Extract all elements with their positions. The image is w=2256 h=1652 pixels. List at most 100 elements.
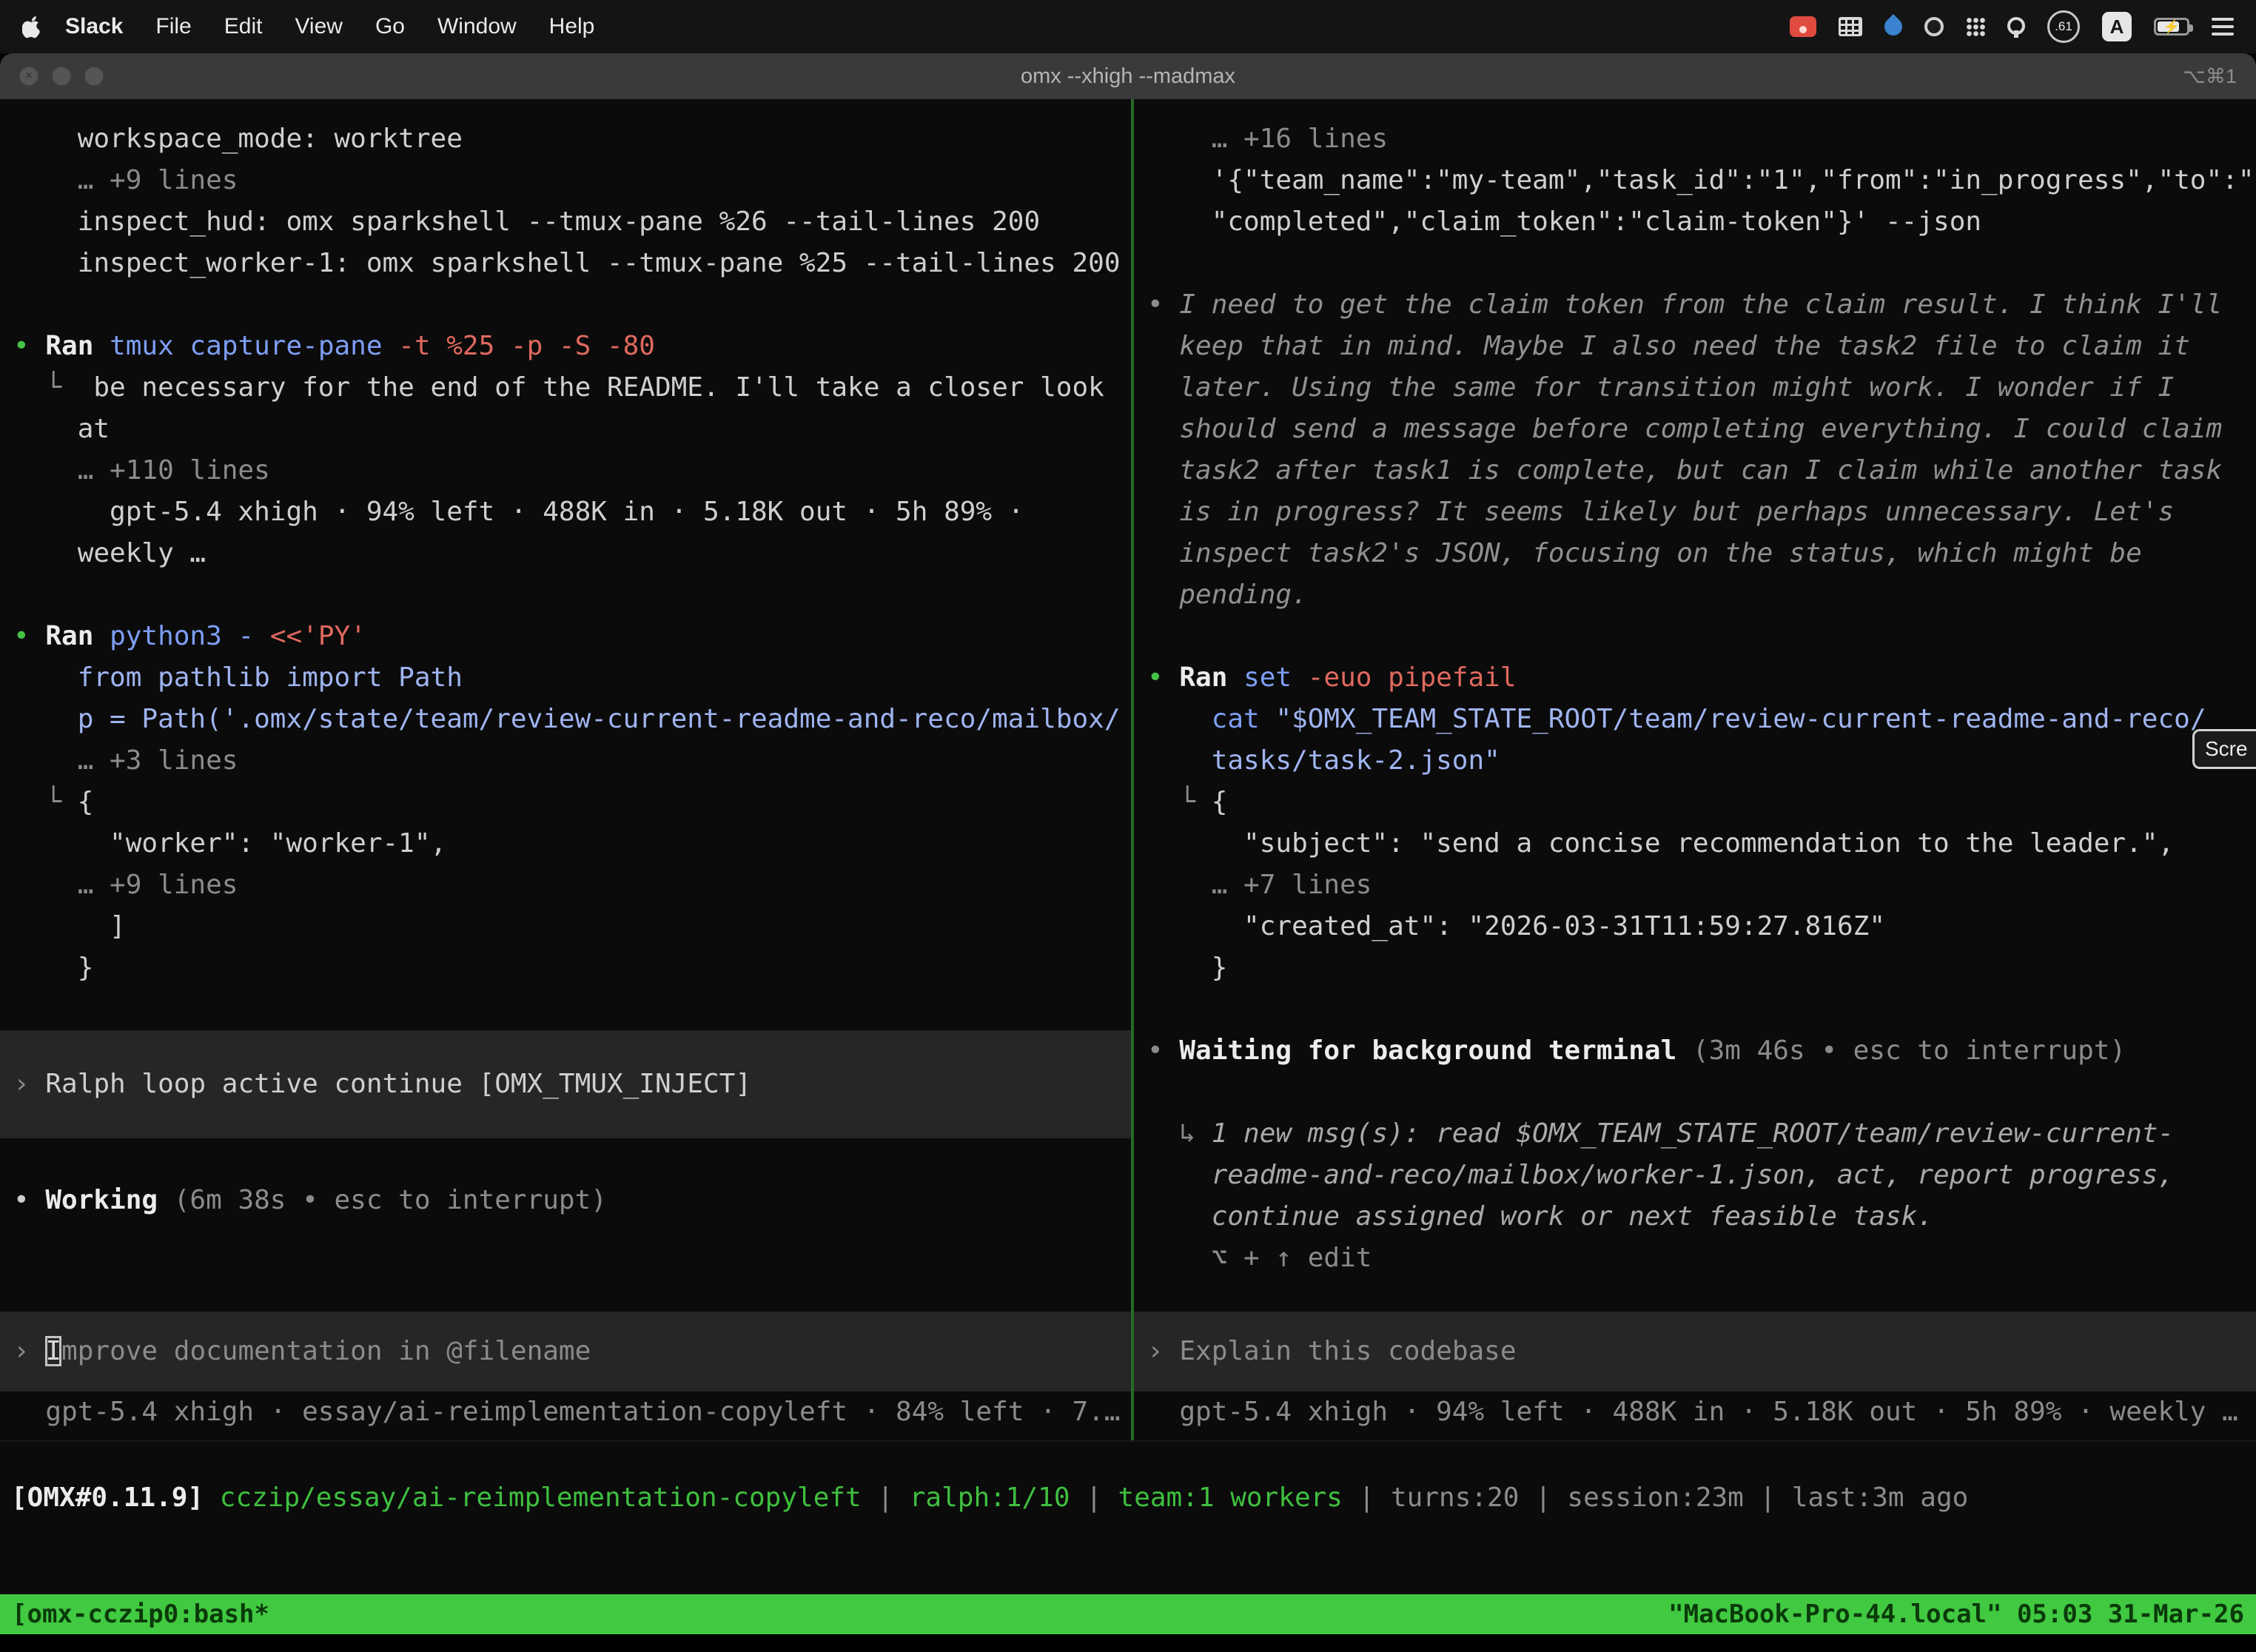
- droplet-icon[interactable]: [1884, 18, 1902, 36]
- code-line: cat "$OMX_TEAM_STATE_ROOT/team/review-cu…: [1134, 699, 2256, 740]
- window-shortcut-hint: ⌥⌘1: [2183, 65, 2237, 88]
- prompt-input: › Improve documentation in @filename: [0, 1331, 1131, 1372]
- bottom-strip: [0, 1634, 2256, 1652]
- blank-line: [0, 989, 1131, 1030]
- menu-go[interactable]: Go: [359, 14, 421, 39]
- battery-icon[interactable]: ⚡: [2154, 18, 2189, 36]
- text-segment: |: [1744, 1483, 1792, 1513]
- code-line: from pathlib import Path: [0, 657, 1131, 699]
- text-segment: └: [1147, 787, 1212, 817]
- thinking-line: should send a message before completing …: [1134, 409, 2256, 450]
- text-segment: workspace_mode: worktree: [13, 124, 463, 154]
- minimize-button[interactable]: [52, 67, 71, 86]
- text-segment: Ran: [45, 621, 110, 651]
- text-segment: '{"team_name":"my-team","task_id":"1","f…: [1147, 165, 2255, 195]
- code-line: tasks/task-2.json": [1134, 740, 2256, 782]
- active-app-name[interactable]: Slack: [65, 14, 123, 39]
- apple-logo-icon[interactable]: [22, 15, 43, 38]
- text-segment: Ran: [1179, 662, 1243, 693]
- omx-session-status-line: [OMX#0.11.9] cczip/essay/ai-reimplementa…: [0, 1477, 2256, 1519]
- text-segment: ›: [1147, 1336, 1179, 1366]
- text-segment: ⌥ + ↑ edit: [1147, 1243, 1372, 1273]
- output-line: "created_at": "2026-03-31T11:59:27.816Z": [1134, 906, 2256, 947]
- text-segment: •: [1147, 1035, 1179, 1066]
- input-source-icon[interactable]: A: [2102, 12, 2132, 41]
- text-segment: session:23m: [1567, 1483, 1743, 1513]
- text-segment: "$OMX_TEAM_STATE_ROOT/team/review-curren…: [1275, 704, 2206, 734]
- prompt-suggestion: › Explain this codebase: [1134, 1331, 2256, 1372]
- window-title-bar: × omx --xhigh --madmax ⌥⌘1: [0, 53, 2256, 99]
- text-segment: readme-and-reco/mailbox/worker-1.json, a…: [1147, 1160, 2174, 1190]
- tmux-session-label: [omx-cczip0:bash*: [12, 1599, 269, 1629]
- terminal-right-pane[interactable]: … +16 lines '{"team_name":"my-team","tas…: [1134, 99, 2256, 1440]
- pane-status-line: gpt-5.4 xhigh · essay/ai-reimplementatio…: [0, 1391, 1131, 1433]
- text-segment: set: [1243, 662, 1308, 693]
- menu-file[interactable]: File: [139, 14, 207, 39]
- text-segment: |: [1343, 1483, 1391, 1513]
- text-segment: 1 new msg(s): read $OMX_TEAM_STATE_ROOT/…: [1212, 1118, 2174, 1149]
- ralph-loop-notice: › Ralph loop active continue [OMX_TMUX_I…: [0, 1064, 1131, 1105]
- blank-line: [1134, 989, 2256, 1030]
- text-segment: (3m 46s • esc to interrupt): [1693, 1035, 2126, 1066]
- working-status-line: • Working (6m 38s • esc to interrupt): [0, 1180, 1131, 1221]
- text-segment: p = Path('.omx/state/team/review-current…: [13, 704, 1121, 734]
- code-line: p = Path('.omx/state/team/review-current…: [0, 699, 1131, 740]
- text-segment: inspect_hud: omx sparkshell --tmux-pane …: [13, 206, 1040, 237]
- text-segment: Ralph loop active continue [OMX_TMUX_INJ…: [45, 1069, 751, 1099]
- screen-record-icon[interactable]: [1790, 16, 1816, 37]
- text-segment: … +7 lines: [1147, 870, 1372, 900]
- gauge-icon[interactable]: .61: [2047, 10, 2080, 43]
- blank-line: [0, 284, 1131, 326]
- text-segment: continue assigned work or next feasible …: [1147, 1201, 1933, 1232]
- screenshot-tooltip-label: Scre: [2205, 737, 2248, 761]
- screenshot-tooltip[interactable]: Scre: [2192, 729, 2256, 769]
- menu-help[interactable]: Help: [533, 14, 611, 39]
- zoom-button[interactable]: [84, 67, 104, 86]
- text-segment: I need to get the claim token from the c…: [1179, 289, 2222, 320]
- tmux-host-clock: "MacBook-Pro-44.local" 05:03 31-Mar-26: [1668, 1599, 2244, 1629]
- text-segment: └: [13, 787, 78, 817]
- prompt-suggestion[interactable]: › Explain this codebase: [1134, 1312, 2256, 1391]
- text-segment: (6m 38s • esc to interrupt): [174, 1185, 607, 1215]
- text-segment: pending.: [1147, 580, 1308, 610]
- text-segment: }: [13, 953, 93, 983]
- text-segment: "completed","claim_token":"claim-token"}…: [1147, 206, 1981, 237]
- menu-lines-icon[interactable]: [2212, 18, 2234, 36]
- text-segment: tasks/task-2.json": [1147, 745, 1500, 776]
- grid-icon[interactable]: [1839, 17, 1862, 36]
- output-line: "subject": "send a concise recommendatio…: [1134, 823, 2256, 864]
- terminal-left-pane[interactable]: workspace_mode: worktree … +9 lines insp…: [0, 99, 1131, 1440]
- text-segment: ↳: [1147, 1118, 1212, 1149]
- text-segment: team:1 workers: [1118, 1483, 1343, 1513]
- terminal-window: × omx --xhigh --madmax ⌥⌘1 workspace_mod…: [0, 53, 2256, 1594]
- text-segment: keep that in mind. Maybe I also need the…: [1147, 331, 2190, 361]
- dots-grid-icon[interactable]: [1966, 17, 1985, 36]
- output-line: "completed","claim_token":"claim-token"}…: [1134, 201, 2256, 243]
- meta-line: … +3 lines: [0, 740, 1131, 782]
- menu-window[interactable]: Window: [421, 14, 533, 39]
- text-segment: <<'PY': [270, 621, 366, 651]
- output-line: └ {: [1134, 782, 2256, 823]
- mailbox-message-line: continue assigned work or next feasible …: [1134, 1196, 2256, 1238]
- close-button[interactable]: ×: [19, 67, 38, 86]
- blank-line: [1134, 616, 2256, 657]
- circle-icon[interactable]: [1924, 17, 1944, 36]
- tmux-panes: workspace_mode: worktree … +9 lines insp…: [0, 99, 2256, 1442]
- text-segment: ›: [13, 1336, 45, 1366]
- text-segment: cat: [1212, 704, 1276, 734]
- text-segment: tmux capture-pane: [110, 331, 398, 361]
- menu-edit[interactable]: Edit: [208, 14, 279, 39]
- mailbox-message-line: ↳ 1 new msg(s): read $OMX_TEAM_STATE_ROO…: [1134, 1113, 2256, 1155]
- text-segment: |: [862, 1483, 910, 1513]
- text-segment: … +16 lines: [1147, 124, 1388, 154]
- text-segment: gpt-5.4 xhigh · 94% left · 488K in · 5.1…: [13, 497, 1024, 527]
- prompt-input[interactable]: › Improve documentation in @filename: [0, 1312, 1131, 1391]
- text-segment: -t %25 -p -S -80: [398, 331, 655, 361]
- ralph-loop-notice[interactable]: › Ralph loop active continue [OMX_TMUX_I…: [0, 1030, 1131, 1138]
- menu-view[interactable]: View: [278, 14, 358, 39]
- text-segment: •: [1147, 662, 1179, 693]
- output-line: inspect_worker-1: omx sparkshell --tmux-…: [0, 243, 1131, 284]
- text-segment: inspect_worker-1: omx sparkshell --tmux-…: [13, 248, 1121, 278]
- keyhole-icon[interactable]: [2007, 16, 2025, 38]
- text-segment: └: [13, 372, 93, 403]
